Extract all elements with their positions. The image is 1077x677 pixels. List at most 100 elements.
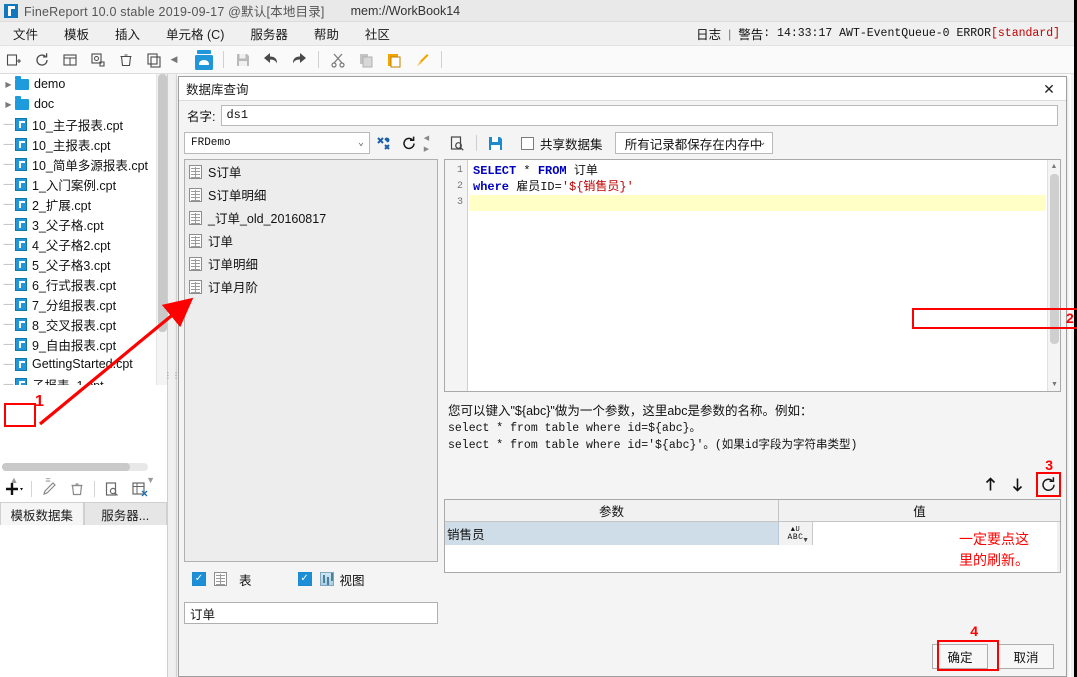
delete-icon[interactable] bbox=[113, 48, 139, 72]
title-bar: FineReport 10.0 stable 2019-09-17 @默认[本地… bbox=[0, 0, 1074, 22]
chevron-right-icon[interactable]: ▶ bbox=[2, 80, 15, 89]
sql-code-area[interactable]: SELECT * FROM 订单 where 雇员ID='${销售员}' bbox=[469, 163, 1046, 391]
edit-dataset-button[interactable] bbox=[35, 477, 63, 501]
paste-icon[interactable] bbox=[381, 48, 407, 72]
table-list-item[interactable]: 订单 bbox=[185, 229, 437, 252]
menu-cell[interactable]: 单元格 (C) bbox=[153, 22, 237, 45]
cut-icon[interactable] bbox=[325, 48, 351, 72]
log-label[interactable]: 日志 bbox=[696, 24, 721, 43]
arrow-up-icon[interactable] bbox=[980, 474, 1001, 495]
sql-help-text: 您可以键入"${abc}"做为一个参数，这里abc是参数的名称。例如： sele… bbox=[448, 403, 1061, 454]
share-dataset-checkbox[interactable] bbox=[521, 136, 534, 150]
table-list[interactable]: S订单 S订单明细 _订单_old_20160817 订单 订单明细 订单月阶 bbox=[184, 159, 438, 562]
tree-node-file[interactable]: —10_简单多源报表.cpt bbox=[0, 154, 167, 174]
sql-line[interactable]: SELECT * FROM 订单 bbox=[469, 163, 1046, 179]
menu-help[interactable]: 帮助 bbox=[301, 22, 352, 45]
scrollbar-thumb[interactable] bbox=[158, 74, 167, 332]
sql-editor-scrollbar[interactable]: ▲ ▼ bbox=[1047, 160, 1060, 391]
dataset-relation-button[interactable] bbox=[126, 477, 154, 501]
tree-node-file[interactable]: —6_行式报表.cpt bbox=[0, 274, 167, 294]
tab-server-dataset[interactable]: 服务器... bbox=[83, 502, 167, 525]
param-name-cell[interactable]: 销售员 bbox=[445, 522, 779, 545]
scroll-down-icon[interactable]: ▼ bbox=[1048, 378, 1060, 391]
tree-node-doc[interactable]: ▶ doc bbox=[0, 94, 167, 114]
new-template-icon[interactable] bbox=[1, 48, 27, 72]
tree-node-file[interactable]: —5_父子格3.cpt bbox=[0, 254, 167, 274]
finereport-brand-icon bbox=[191, 48, 217, 72]
refresh-params-button[interactable] bbox=[1038, 474, 1059, 495]
table-list-item[interactable]: 订单明细 bbox=[185, 252, 437, 275]
scroll-up-icon[interactable]: ▲ bbox=[1048, 160, 1060, 173]
copy-icon[interactable] bbox=[141, 48, 167, 72]
table-list-item[interactable]: _订单_old_20160817 bbox=[185, 206, 437, 229]
chevron-down-icon: ⌄ bbox=[357, 138, 364, 149]
sql-token: '${销售员}' bbox=[561, 180, 634, 194]
view-filter-checkbox[interactable]: ✓ bbox=[297, 572, 312, 586]
tree-node-file[interactable]: —2_扩展.cpt bbox=[0, 194, 167, 214]
scrollbar-thumb[interactable] bbox=[2, 463, 130, 471]
dialog-title-bar: 数据库查询 ✕ bbox=[179, 77, 1066, 101]
menu-insert[interactable]: 插入 bbox=[102, 22, 153, 45]
menu-template[interactable]: 模板 bbox=[51, 22, 102, 45]
template-list-icon[interactable] bbox=[57, 48, 83, 72]
abc-type-icon[interactable]: ▲U ABC ▼ bbox=[779, 522, 813, 545]
log-warning-label: 警告 bbox=[738, 28, 764, 42]
sql-line[interactable]: where 雇员ID='${销售员}' bbox=[469, 179, 1046, 195]
preview-dataset-button[interactable] bbox=[98, 477, 126, 501]
refresh-icon[interactable] bbox=[29, 48, 55, 72]
template-file-tree[interactable]: ▶ demo ▶ doc —10_主子报表.cpt —10_主报表.cpt —1… bbox=[0, 74, 167, 385]
tree-node-file[interactable]: —4_父子格2.cpt bbox=[0, 234, 167, 254]
tree-node-file[interactable]: —1_入门案例.cpt bbox=[0, 174, 167, 194]
undo-icon[interactable] bbox=[258, 48, 284, 72]
copy2-icon[interactable] bbox=[353, 48, 379, 72]
redo-icon[interactable] bbox=[286, 48, 312, 72]
menu-community[interactable]: 社区 bbox=[352, 22, 403, 45]
tree-node-demo[interactable]: ▶ demo bbox=[0, 74, 167, 94]
preview-sql-button[interactable] bbox=[444, 132, 471, 155]
tree-node-file[interactable]: —9_自由报表.cpt bbox=[0, 334, 167, 354]
column-header-value: 值 bbox=[913, 505, 926, 519]
tree-node-file[interactable]: — GettingStarted.cpt bbox=[0, 354, 167, 374]
chevron-right-icon[interactable]: ▶ bbox=[2, 100, 15, 109]
ok-button[interactable]: 确定 bbox=[932, 643, 988, 669]
tree-node-file[interactable]: —8_交叉报表.cpt bbox=[0, 314, 167, 334]
table-filter-checkbox[interactable]: ✓ bbox=[192, 572, 206, 586]
menu-file[interactable]: 文件 bbox=[0, 22, 51, 45]
table-list-item[interactable]: S订单明细 bbox=[185, 183, 437, 206]
tree-node-file[interactable]: —3_父子格.cpt bbox=[0, 214, 167, 234]
tree-node-file[interactable]: —10_主报表.cpt bbox=[0, 134, 167, 154]
log-message: : 14:33:17 AWT-EventQueue-0 ERROR bbox=[763, 27, 991, 40]
dataset-name-input[interactable]: ds1 bbox=[221, 104, 1058, 126]
save-icon[interactable] bbox=[230, 48, 256, 72]
close-icon[interactable]: ✕ bbox=[1040, 80, 1058, 98]
db-config-button[interactable] bbox=[370, 132, 396, 155]
sql-editor[interactable]: 1 2 3 SELECT * FROM 订单 where 雇员ID='${销售员… bbox=[444, 159, 1061, 392]
settings-icon[interactable] bbox=[85, 48, 111, 72]
delete-dataset-button[interactable] bbox=[63, 477, 91, 501]
scrollbar-thumb[interactable] bbox=[1050, 174, 1059, 344]
save-sql-button[interactable] bbox=[482, 132, 509, 155]
database-query-dialog: 数据库查询 ✕ 名字: ds1 FRDemo ⌄ ◀ ▶ S订单 S订单明细 _… bbox=[178, 76, 1077, 677]
canvas-splitter-handle[interactable]: ⋮⋮ bbox=[164, 74, 180, 677]
toolbar-overflow-icon[interactable]: ◀ ▶ bbox=[422, 132, 431, 155]
table-search-input[interactable]: 订单 bbox=[184, 602, 438, 624]
sql-line[interactable] bbox=[469, 195, 1046, 211]
toolbar-collapse-icon[interactable]: ◀ bbox=[168, 47, 180, 73]
add-dataset-button[interactable] bbox=[0, 477, 28, 501]
db-refresh-button[interactable] bbox=[396, 132, 422, 155]
menu-server[interactable]: 服务器 bbox=[237, 22, 301, 45]
connection-select[interactable]: FRDemo ⌄ bbox=[184, 132, 370, 154]
tree-node-file[interactable]: —子报表_1.cpt bbox=[0, 374, 167, 385]
memory-mode-select[interactable]: 所有记录都保存在内存中 ⌄ bbox=[614, 132, 773, 154]
tree-horizontal-scrollbar[interactable] bbox=[2, 463, 148, 471]
format-brush-icon[interactable] bbox=[409, 48, 435, 72]
tree-node-file[interactable]: —10_主子报表.cpt bbox=[0, 114, 167, 134]
tree-vertical-scrollbar[interactable] bbox=[156, 74, 167, 385]
cancel-button[interactable]: 取消 bbox=[998, 643, 1054, 669]
folder-icon bbox=[15, 75, 29, 90]
tree-node-file[interactable]: —7_分组报表.cpt bbox=[0, 294, 167, 314]
table-list-item[interactable]: S订单 bbox=[185, 160, 437, 183]
tab-template-dataset[interactable]: 模板数据集 bbox=[0, 502, 84, 525]
arrow-down-icon[interactable] bbox=[1007, 474, 1028, 495]
table-list-item[interactable]: 订单月阶 bbox=[185, 275, 437, 298]
